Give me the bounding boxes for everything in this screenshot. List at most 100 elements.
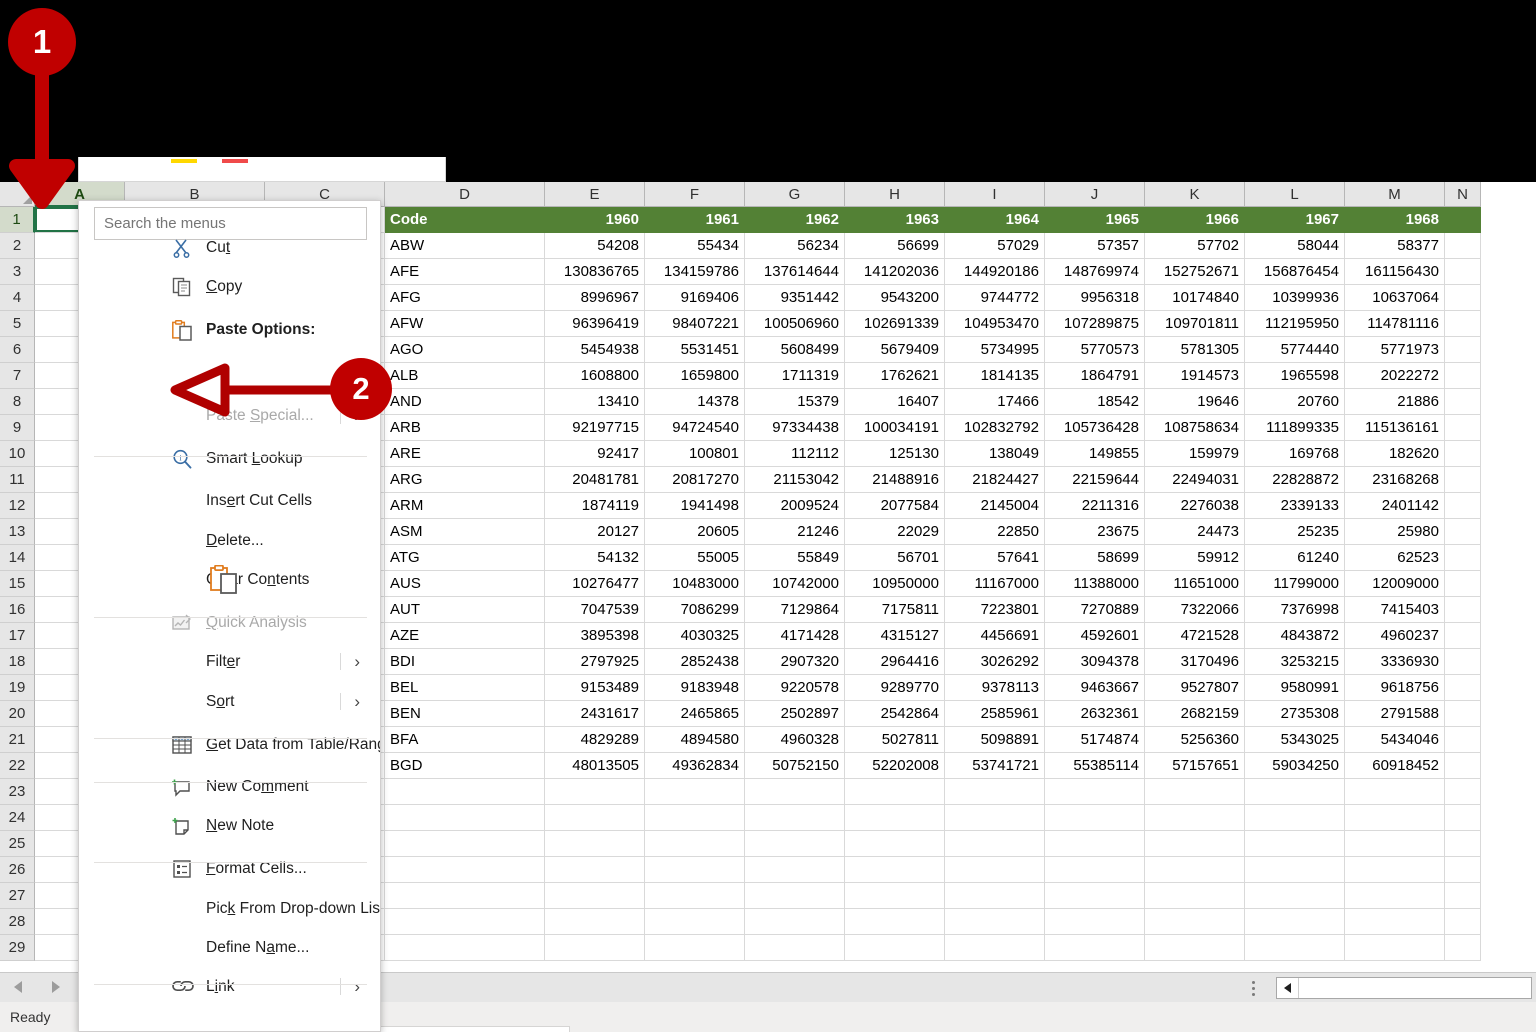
cell-population[interactable]: 20481781 bbox=[545, 467, 645, 493]
cell-population[interactable]: 2852438 bbox=[645, 649, 745, 675]
cell-empty[interactable] bbox=[845, 831, 945, 857]
cell-population[interactable]: 21246 bbox=[745, 519, 845, 545]
cell-population[interactable]: 5174874 bbox=[1045, 727, 1145, 753]
cell-population[interactable]: 182620 bbox=[1345, 441, 1445, 467]
cell-empty[interactable] bbox=[1445, 935, 1481, 961]
cell-population[interactable]: 161156430 bbox=[1345, 259, 1445, 285]
cell-population[interactable]: 14378 bbox=[645, 389, 745, 415]
cell-n[interactable] bbox=[1445, 311, 1481, 337]
cell-population[interactable]: 4960328 bbox=[745, 727, 845, 753]
cell-population[interactable]: 1608800 bbox=[545, 363, 645, 389]
cell-empty[interactable] bbox=[745, 857, 845, 883]
cell-empty[interactable] bbox=[545, 883, 645, 909]
cell-empty[interactable] bbox=[645, 805, 745, 831]
cell-n[interactable] bbox=[1445, 259, 1481, 285]
cell-population[interactable]: 10483000 bbox=[645, 571, 745, 597]
cell-population[interactable]: 1711319 bbox=[745, 363, 845, 389]
cell-population[interactable]: 10742000 bbox=[745, 571, 845, 597]
cell-population[interactable]: 4843872 bbox=[1245, 623, 1345, 649]
cell-population[interactable]: 56234 bbox=[745, 233, 845, 259]
cell-empty[interactable] bbox=[1445, 831, 1481, 857]
cell-population[interactable]: 2022272 bbox=[1345, 363, 1445, 389]
cell-population[interactable]: 4894580 bbox=[645, 727, 745, 753]
cell-empty[interactable] bbox=[1245, 779, 1345, 805]
cell-empty[interactable] bbox=[1345, 935, 1445, 961]
cell-population[interactable]: 4960237 bbox=[1345, 623, 1445, 649]
scroll-left-button[interactable] bbox=[1277, 978, 1299, 998]
menu-item-define-name[interactable]: Define Name... bbox=[79, 928, 380, 967]
cell-population[interactable]: 2797925 bbox=[545, 649, 645, 675]
row-header-11[interactable]: 11 bbox=[0, 467, 35, 493]
cell-population[interactable]: 5734995 bbox=[945, 337, 1045, 363]
cell-population[interactable]: 100801 bbox=[645, 441, 745, 467]
cell-population[interactable]: 10174840 bbox=[1145, 285, 1245, 311]
cell-n[interactable] bbox=[1445, 337, 1481, 363]
row-header-22[interactable]: 22 bbox=[0, 753, 35, 779]
row-header-29[interactable]: 29 bbox=[0, 935, 35, 961]
cell-population[interactable]: 112195950 bbox=[1245, 311, 1345, 337]
cell-population[interactable]: 2791588 bbox=[1345, 701, 1445, 727]
cell-population[interactable]: 107289875 bbox=[1045, 311, 1145, 337]
cell-empty[interactable] bbox=[545, 779, 645, 805]
cell-population[interactable]: 56699 bbox=[845, 233, 945, 259]
cell-population[interactable]: 55434 bbox=[645, 233, 745, 259]
menu-item-format-cells[interactable]: Format Cells... bbox=[79, 849, 380, 888]
cell-empty[interactable] bbox=[1145, 857, 1245, 883]
cell-empty[interactable] bbox=[1045, 935, 1145, 961]
cell-country-code[interactable]: BEL bbox=[385, 675, 545, 701]
cell-empty[interactable] bbox=[385, 831, 545, 857]
cell-population[interactable]: 20127 bbox=[545, 519, 645, 545]
cell-empty[interactable] bbox=[1345, 909, 1445, 935]
cell-empty[interactable] bbox=[945, 935, 1045, 961]
cell-population[interactable]: 2907320 bbox=[745, 649, 845, 675]
cell-population[interactable]: 4315127 bbox=[845, 623, 945, 649]
cell-population[interactable]: 22159644 bbox=[1045, 467, 1145, 493]
cell-population[interactable]: 2401142 bbox=[1345, 493, 1445, 519]
cell-population[interactable]: 9183948 bbox=[645, 675, 745, 701]
cell-population[interactable]: 3336930 bbox=[1345, 649, 1445, 675]
cell-population[interactable]: 2735308 bbox=[1245, 701, 1345, 727]
cell-population[interactable]: 2502897 bbox=[745, 701, 845, 727]
table-header-cell[interactable]: 1968 bbox=[1345, 207, 1445, 233]
cell-population[interactable]: 62523 bbox=[1345, 545, 1445, 571]
column-header-D[interactable]: D bbox=[385, 182, 545, 207]
cell-population[interactable]: 94724540 bbox=[645, 415, 745, 441]
cell-population[interactable]: 2585961 bbox=[945, 701, 1045, 727]
cell-empty[interactable] bbox=[745, 883, 845, 909]
cell-population[interactable]: 10276477 bbox=[545, 571, 645, 597]
cell-population[interactable]: 24473 bbox=[1145, 519, 1245, 545]
row-header-16[interactable]: 16 bbox=[0, 597, 35, 623]
cell-population[interactable]: 12009000 bbox=[1345, 571, 1445, 597]
menu-item-delete[interactable]: Delete... bbox=[79, 521, 380, 560]
cell-population[interactable]: 22494031 bbox=[1145, 467, 1245, 493]
row-header-21[interactable]: 21 bbox=[0, 727, 35, 753]
row-header-23[interactable]: 23 bbox=[0, 779, 35, 805]
cell-population[interactable]: 100506960 bbox=[745, 311, 845, 337]
cell-population[interactable]: 3895398 bbox=[545, 623, 645, 649]
cell-empty[interactable] bbox=[545, 805, 645, 831]
cell-n[interactable] bbox=[1445, 415, 1481, 441]
cell-empty[interactable] bbox=[1045, 779, 1145, 805]
cell-empty[interactable] bbox=[845, 779, 945, 805]
cell-population[interactable]: 11799000 bbox=[1245, 571, 1345, 597]
cell-population[interactable]: 2339133 bbox=[1245, 493, 1345, 519]
cell-country-code[interactable]: ATG bbox=[385, 545, 545, 571]
cell-population[interactable]: 115136161 bbox=[1345, 415, 1445, 441]
cell-n[interactable] bbox=[1445, 753, 1481, 779]
cell-country-code[interactable]: AFW bbox=[385, 311, 545, 337]
paste-options-row[interactable] bbox=[79, 563, 380, 605]
cell-n[interactable] bbox=[1445, 285, 1481, 311]
cell-country-code[interactable]: BGD bbox=[385, 753, 545, 779]
cell-population[interactable]: 104953470 bbox=[945, 311, 1045, 337]
row-header-7[interactable]: 7 bbox=[0, 363, 35, 389]
cell-country-code[interactable]: ARM bbox=[385, 493, 545, 519]
cell-country-code[interactable]: AZE bbox=[385, 623, 545, 649]
cell-population[interactable]: 137614644 bbox=[745, 259, 845, 285]
cell-population[interactable]: 5256360 bbox=[1145, 727, 1245, 753]
cell-population[interactable]: 2077584 bbox=[845, 493, 945, 519]
cell-population[interactable]: 56701 bbox=[845, 545, 945, 571]
cell-empty[interactable] bbox=[745, 779, 845, 805]
cell-population[interactable]: 4456691 bbox=[945, 623, 1045, 649]
cell-population[interactable]: 20817270 bbox=[645, 467, 745, 493]
cell-population[interactable]: 9289770 bbox=[845, 675, 945, 701]
